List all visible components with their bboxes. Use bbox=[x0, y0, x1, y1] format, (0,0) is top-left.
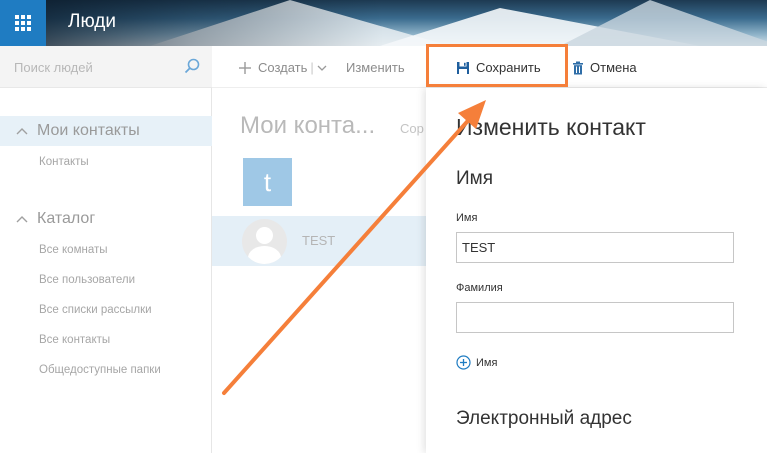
search-box[interactable]: Поиск людей bbox=[0, 46, 212, 88]
create-label: Создать bbox=[258, 60, 308, 75]
app-header: Люди bbox=[0, 0, 767, 46]
last-name-label: Фамилия bbox=[456, 282, 503, 294]
cancel-button[interactable]: Отмена bbox=[572, 60, 637, 75]
chevron-up-icon bbox=[16, 128, 28, 135]
add-name-field-button[interactable]: Имя bbox=[456, 355, 497, 370]
panel-title: Изменить контакт bbox=[456, 114, 646, 140]
save-floppy-icon bbox=[457, 61, 469, 74]
nav-section-label: Мои контакты bbox=[37, 122, 140, 139]
search-icon[interactable] bbox=[184, 58, 200, 74]
nav-section-my-contacts[interactable]: Мои контакты bbox=[0, 116, 212, 146]
first-name-label: Имя bbox=[456, 212, 478, 224]
nav-section-directory[interactable]: Каталог bbox=[0, 204, 212, 234]
nav-section-label: Каталог bbox=[37, 210, 96, 227]
waffle-grid-icon bbox=[15, 15, 31, 31]
nav-item-public-folders[interactable]: Общедоступные папки bbox=[39, 364, 161, 376]
last-name-field[interactable] bbox=[456, 302, 734, 333]
sort-button[interactable]: Сор bbox=[400, 121, 424, 136]
plus-circle-icon bbox=[456, 355, 471, 370]
toolbar-divider: | bbox=[310, 60, 314, 75]
save-label: Сохранить bbox=[476, 60, 541, 75]
list-title: Мои конта... bbox=[240, 112, 376, 139]
chevron-up-icon bbox=[16, 216, 28, 223]
nav-item-all-users[interactable]: Все пользователи bbox=[39, 274, 135, 286]
edit-button[interactable]: Изменить bbox=[346, 60, 405, 75]
nav-item-all-distribution-lists[interactable]: Все списки рассылки bbox=[39, 304, 152, 316]
edit-contact-panel: Изменить контакт Имя Имя Фамилия Имя Эле… bbox=[426, 88, 767, 453]
command-toolbar: Создать | Изменить Сохранить Отмена bbox=[212, 46, 767, 88]
app-launcher-button[interactable] bbox=[0, 0, 46, 46]
save-button[interactable]: Сохранить bbox=[456, 60, 541, 75]
chevron-down-icon[interactable] bbox=[317, 63, 327, 73]
edit-label: Изменить bbox=[346, 60, 405, 75]
add-name-label: Имя bbox=[476, 356, 498, 369]
contact-list-item[interactable]: TEST bbox=[212, 216, 426, 266]
left-navigation: Поиск людей Мои контакты Контакты Катало… bbox=[0, 46, 212, 453]
create-button[interactable]: Создать | bbox=[238, 60, 327, 75]
nav-item-all-contacts[interactable]: Все контакты bbox=[39, 334, 110, 346]
avatar bbox=[242, 219, 287, 264]
nav-item-all-rooms[interactable]: Все комнаты bbox=[39, 244, 108, 256]
app-title: Люди bbox=[68, 11, 117, 32]
email-section-title: Электронный адрес bbox=[456, 408, 632, 429]
plus-icon bbox=[239, 61, 251, 74]
search-placeholder: Поиск людей bbox=[14, 60, 93, 75]
cancel-label: Отмена bbox=[590, 60, 637, 75]
name-section-title: Имя bbox=[456, 168, 494, 189]
trash-icon bbox=[573, 61, 583, 74]
nav-item-contacts[interactable]: Контакты bbox=[39, 156, 89, 168]
letter-group-tile[interactable]: t bbox=[243, 158, 292, 206]
contact-name: TEST bbox=[302, 233, 336, 248]
first-name-field[interactable] bbox=[456, 232, 734, 263]
